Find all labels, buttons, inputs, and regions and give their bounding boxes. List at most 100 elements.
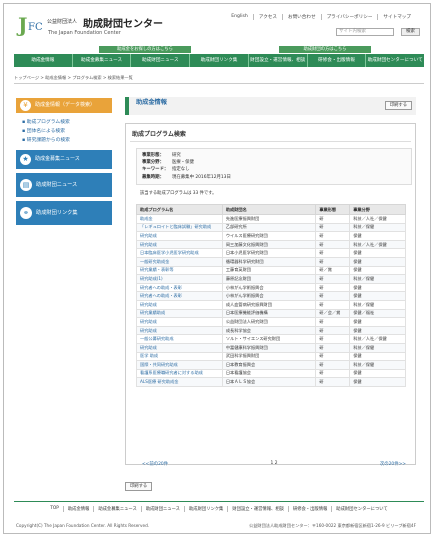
foundation-name: 工藤育英財団 (221, 265, 317, 276)
nav-training[interactable]: 研修会・出版情報 (308, 54, 367, 67)
program-name-link[interactable]: 研究助成 (136, 317, 223, 327)
foundation-name: 公益財団法人研究財団 (221, 317, 317, 327)
program-name-link[interactable]: 看護系医療職研究者に対する助成 (136, 368, 223, 379)
business-type: 研 (315, 282, 351, 293)
program-name-link[interactable]: 研究助成(1) (136, 274, 223, 284)
sidebar-item-foundation-news[interactable]: ▤ 助成財団ニュース (16, 173, 112, 197)
table-row: 研究助成 岡三加藤文化振興財団研科技／人社／保健 (136, 239, 406, 250)
business-type: 研／賞 (315, 265, 351, 276)
table-row: ALS医療 研究助成金 日本ＡＬＳ協会研保健 (136, 377, 406, 387)
sidebar-item-label: 助成金募集ニュース (35, 156, 80, 162)
panel-divider (130, 141, 411, 142)
footer-link-establishment[interactable]: 財団設立・運営情報、相談 (227, 506, 288, 512)
foundation-name: ウイルス医療研究財団 (221, 231, 317, 241)
link-privacy[interactable]: プライバシーポリシー (320, 14, 378, 20)
program-name-link[interactable]: 研究助成 (136, 342, 223, 353)
link-access[interactable]: アクセス (252, 14, 282, 20)
business-field: 保健／福祉 (349, 308, 406, 319)
footer-link-recruit-news[interactable]: 助成金募集ニュース (93, 506, 140, 512)
sidebar-item-link-collection[interactable]: ⚭ 助成財団リンク集 (16, 201, 112, 225)
condition-label: キーワード： (142, 167, 169, 173)
footer-link-grant-info[interactable]: 助成金情報 (62, 506, 93, 512)
program-name-link[interactable]: 助成金 (136, 214, 223, 224)
program-name-link[interactable]: 一般公募研究助成 (136, 334, 223, 344)
foundation-name: ソルト・サイエンス研究財団 (221, 334, 317, 344)
org-name-en: The Japan Foundation Center (48, 30, 121, 36)
sidebar-link-name-search[interactable]: 団体名による検索 (22, 127, 110, 134)
program-name-link[interactable]: 医学 助成 (136, 351, 223, 362)
nav-about[interactable]: 助成財団センターについて (366, 54, 424, 67)
sidebar-sub-links: 助成プログラム検索 団体名による検索 研究課題からの検索 (16, 113, 112, 150)
program-name-link[interactable]: 国際・共同研究助成 (136, 360, 223, 370)
search-input[interactable]: サイト内検索 (336, 28, 394, 36)
document-icon: ▤ (20, 179, 32, 191)
nav-foundation-news[interactable]: 助成財団ニュース (131, 54, 191, 67)
pager-pages[interactable]: 1 2 (271, 461, 278, 467)
footer-link-link-collection[interactable]: 助成財団リンク集 (183, 506, 227, 512)
footer-link-foundation-news[interactable]: 助成財団ニュース (140, 506, 184, 512)
nav-establishment[interactable]: 財団設立・運営情報、相談 (249, 54, 308, 67)
business-type: 研 (315, 248, 351, 258)
pager-next-link[interactable]: 次の20件>> (380, 461, 406, 467)
org-name: 助成財団センター (83, 19, 163, 30)
program-name-link[interactable]: ALS医療 研究助成金 (136, 377, 223, 387)
column-header-field: 事業分野 (349, 204, 406, 215)
sidebar-item-grant-info[interactable]: ¥ 助成金情報（データ検索） (16, 98, 112, 113)
footer-link-training[interactable]: 研修会・出版情報 (287, 506, 331, 512)
footer-link-top[interactable]: TOP (46, 506, 63, 512)
footer-link-about[interactable]: 助成財団センターについて (331, 506, 391, 512)
program-name-link[interactable]: 日本臨床医学小児医学研究助成 (136, 248, 223, 258)
program-name-link[interactable]: 研究業績・表彰等 (136, 265, 223, 276)
link-english[interactable]: English (226, 14, 253, 20)
business-type: 研 (315, 360, 351, 370)
breadcrumb-divider (14, 83, 424, 84)
sidebar-item-recruit-news[interactable]: ★ 助成金募集ニュース (16, 150, 112, 169)
link-contact[interactable]: お問い合わせ (281, 14, 321, 20)
nav-grant-info[interactable]: 助成金情報 (14, 54, 73, 67)
program-name-link[interactable]: 「レギュロイトと臨床試験」研究助成 (136, 222, 223, 233)
foundation-banner[interactable]: 助成財団の方はこちら (279, 46, 371, 53)
link-sitemap[interactable]: サイトマップ (377, 14, 416, 20)
business-type: 研 (315, 368, 351, 379)
footer-address: 公益財団法人助成財団センター：〒160-0022 東京都新宿区新宿1-26-9 … (249, 523, 416, 528)
nav-link-collection[interactable]: 助成財団リンク集 (190, 54, 249, 67)
program-name-link[interactable]: 研究助成 (136, 325, 223, 336)
business-type: 研 (315, 325, 351, 336)
utility-links: English アクセス お問い合わせ プライバシーポリシー サイトマップ (226, 14, 416, 20)
foundation-name: 武田科学振興財団 (221, 351, 317, 362)
global-nav: 助成金情報 助成金募集ニュース 助成財団ニュース 助成財団リンク集 財団設立・運… (14, 54, 424, 67)
program-name-link[interactable]: 研究者への助成・表彰 (136, 291, 223, 301)
pager-prev-link[interactable]: <<前の20件 (142, 461, 168, 467)
nav-recruit-news[interactable]: 助成金募集ニュース (73, 54, 132, 67)
program-name-link[interactable]: 研究助成 (136, 299, 223, 310)
program-name-link[interactable]: 研究業績助成 (136, 308, 223, 319)
foundation-name: 小林がん学術振興会 (221, 291, 317, 301)
business-type: 研 (315, 222, 351, 233)
program-name-link[interactable]: 一般研究助成金 (136, 256, 223, 267)
foundation-name: 日本教育振興会 (221, 360, 317, 370)
page-title: 助成金情報 (136, 99, 167, 106)
business-field: 保健 (349, 265, 406, 276)
program-name-link[interactable]: 研究助成 (136, 239, 223, 250)
sidebar: ¥ 助成金情報（データ検索） 助成プログラム検索 団体名による検索 研究課題から… (16, 98, 112, 225)
print-button[interactable]: 印刷する (384, 101, 412, 110)
print-button-bottom[interactable]: 印刷する (125, 482, 153, 491)
business-type: 研 (315, 342, 351, 353)
jfc-logo[interactable]: J FC (18, 13, 48, 39)
sidebar-link-topic-search[interactable]: 研究課題からの検索 (22, 136, 110, 143)
table-row: 国際・共同研究助成 日本教育振興会研科技／保健 (136, 360, 406, 370)
search-button[interactable]: 検索 (401, 28, 420, 36)
business-field: 保健 (349, 325, 406, 336)
business-type: 研 (315, 299, 351, 310)
condition-row: キーワード： 指定なし (142, 166, 406, 173)
business-field: 保健 (349, 351, 406, 362)
sidebar-link-program-search[interactable]: 助成プログラム検索 (22, 118, 110, 125)
business-type: 研 (315, 239, 351, 250)
business-type: 研 (315, 334, 351, 344)
table-row: 研究助成 公益財団法人研究財団研保健 (136, 317, 406, 327)
program-name-link[interactable]: 研究者への助成・表彰 (136, 282, 223, 293)
pagination: <<前の20件 1 2 次の20件>> (142, 461, 406, 467)
business-type: 研 (315, 214, 351, 224)
program-name-link[interactable]: 研究助成 (136, 231, 223, 241)
seeker-banner[interactable]: 助成金をお探しの方はこちら (99, 46, 191, 53)
